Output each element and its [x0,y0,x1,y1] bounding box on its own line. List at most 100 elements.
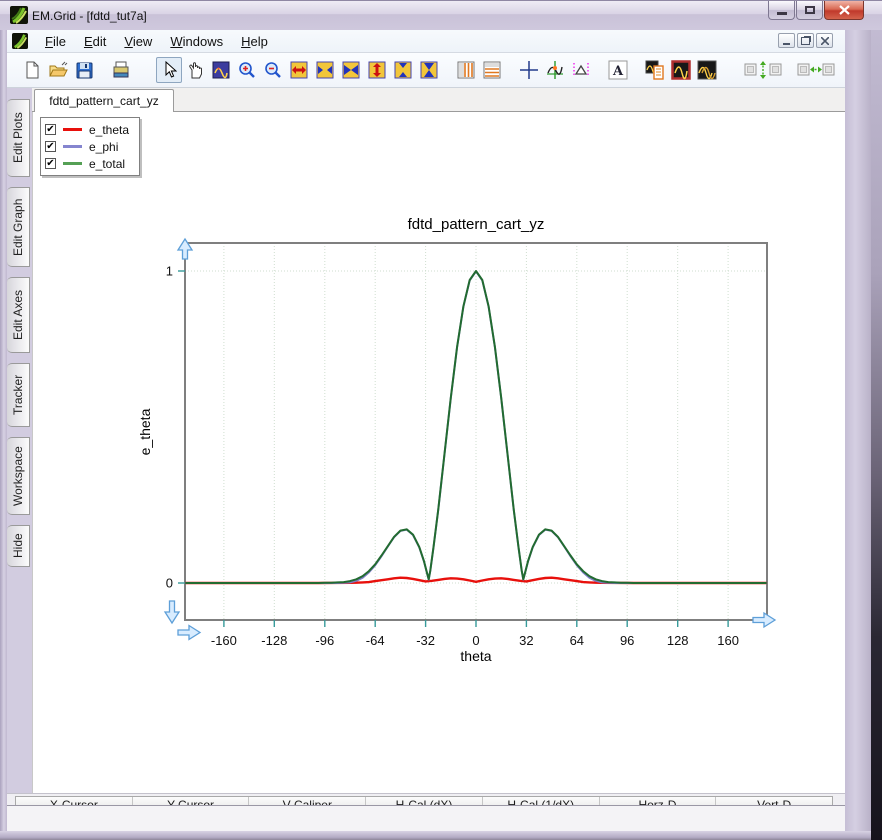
svg-text:0: 0 [166,576,173,591]
h-caliper-icon [483,61,501,79]
crosshair-button[interactable] [516,57,542,83]
chart-gridlines [185,243,767,620]
select-tool-button[interactable] [156,57,182,83]
minimize-icon [777,12,787,15]
expand-x-icon [290,61,308,79]
menu-view[interactable]: View [115,31,161,52]
svg-text:-96: -96 [315,633,334,648]
collapse-y-button[interactable] [416,57,442,83]
legend-label-e-total: e_total [89,157,125,171]
svg-text:-128: -128 [261,633,287,648]
e-theta-line-sample [63,128,82,131]
plot-page: ✔ e_theta ✔ e_phi ✔ e_total [32,112,845,794]
text-annotation-button[interactable]: A [605,57,631,83]
pan-hand-icon [187,61,204,79]
tab-fdtd-pattern-cart-yz[interactable]: fdtd_pattern_cart_yz [34,89,174,112]
toolbar: A [7,53,845,88]
align-vertical-button[interactable] [742,57,784,83]
mdi-close-icon [821,37,829,45]
status-strip [7,805,845,831]
mdi-document-icon [12,33,28,49]
zoom-out-button[interactable] [260,57,286,83]
open-folder-icon [49,61,68,79]
menu-help[interactable]: Help [232,31,277,52]
open-file-button[interactable] [45,57,71,83]
sidebar-item-workspace[interactable]: Workspace [7,437,30,515]
e-theta-checkbox[interactable]: ✔ [45,124,56,135]
align-horizontal-icon [796,60,836,80]
svg-text:96: 96 [620,633,634,648]
tracker-icon [545,60,565,80]
tab-strip: fdtd_pattern_cart_yz [32,88,845,112]
plot-area[interactable]: -160-128-96-64-32032649612816001 fdtd_pa… [33,112,846,768]
shrink-y-button[interactable] [390,57,416,83]
collapse-x-button[interactable] [338,57,364,83]
sidebar-item-edit-axes[interactable]: Edit Axes [7,277,30,353]
expand-y-button[interactable] [364,57,390,83]
window-border-left [0,30,7,840]
shrink-x-icon [316,61,334,79]
single-graph-button[interactable] [668,57,694,83]
h-caliper-button[interactable] [479,57,505,83]
window-minimize-button[interactable] [768,1,795,20]
new-document-button[interactable] [19,57,45,83]
expand-y-icon [368,61,386,79]
save-button[interactable] [71,57,97,83]
sidebar-item-tracker[interactable]: Tracker [7,363,30,427]
svg-text:64: 64 [570,633,584,648]
mdi-restore-button[interactable] [797,33,814,48]
mdi-minimize-button[interactable] [778,33,795,48]
multi-graph-button[interactable] [694,57,720,83]
align-horizontal-button[interactable] [795,57,837,83]
expand-x-button[interactable] [286,57,312,83]
pan-tool-button[interactable] [182,57,208,83]
client-area: Edit Plots Edit Graph Edit Axes Tracker … [7,88,845,831]
menu-edit[interactable]: Edit [75,31,115,52]
chart-title: fdtd_pattern_cart_yz [408,216,545,233]
legend-label-e-phi: e_phi [89,140,118,154]
svg-text:A: A [612,64,624,79]
collapse-x-icon [342,61,360,79]
window-border-bottom [0,831,871,840]
mdi-close-button[interactable] [816,33,833,48]
svg-text:-160: -160 [211,633,237,648]
sidebar-item-edit-plots[interactable]: Edit Plots [7,99,30,177]
window-maximize-button[interactable] [796,1,823,20]
plot-legend: ✔ e_theta ✔ e_phi ✔ e_total [40,117,140,176]
zoom-in-button[interactable] [234,57,260,83]
new-document-icon [23,61,41,79]
x-axis-right-handle[interactable] [753,613,775,627]
e-phi-checkbox[interactable]: ✔ [45,141,56,152]
window-close-button[interactable] [824,1,864,20]
svg-text:32: 32 [519,633,533,648]
title-bar: EM.Grid - [fdtd_tut7a] [0,0,882,30]
zoom-out-icon [264,61,282,79]
y-axis-bottom-handle[interactable] [165,601,179,623]
tracker-button[interactable] [542,57,568,83]
sidebar-item-edit-graph[interactable]: Edit Graph [7,187,30,267]
svg-text:1: 1 [166,264,173,279]
graph-with-legend-button[interactable] [642,57,668,83]
fit-view-icon [212,61,230,79]
fit-view-button[interactable] [208,57,234,83]
sidebar-item-hide[interactable]: Hide [7,525,30,567]
save-floppy-icon [76,62,93,79]
e-total-checkbox[interactable]: ✔ [45,158,56,169]
print-button[interactable] [108,57,134,83]
delta-caliper-icon [571,61,591,79]
legend-row-e-theta: ✔ e_theta [45,121,129,138]
v-caliper-button[interactable] [453,57,479,83]
svg-text:0: 0 [472,633,479,648]
chart-tick-labels: -160-128-96-64-32032649612816001 [166,264,739,649]
svg-text:-32: -32 [416,633,435,648]
menu-windows[interactable]: Windows [161,31,232,52]
e-phi-line-sample [63,145,82,148]
sidebar: Edit Plots Edit Graph Edit Axes Tracker … [7,88,32,831]
y-axis-label: e_theta [137,408,153,455]
delta-caliper-button[interactable] [568,57,594,83]
menu-file[interactable]: File [36,31,75,52]
x-axis-left-handle[interactable] [178,626,200,640]
chart-ticks [178,271,728,627]
application-window: EM.Grid - [fdtd_tut7a] File Edit View Wi… [0,0,882,840]
shrink-x-button[interactable] [312,57,338,83]
